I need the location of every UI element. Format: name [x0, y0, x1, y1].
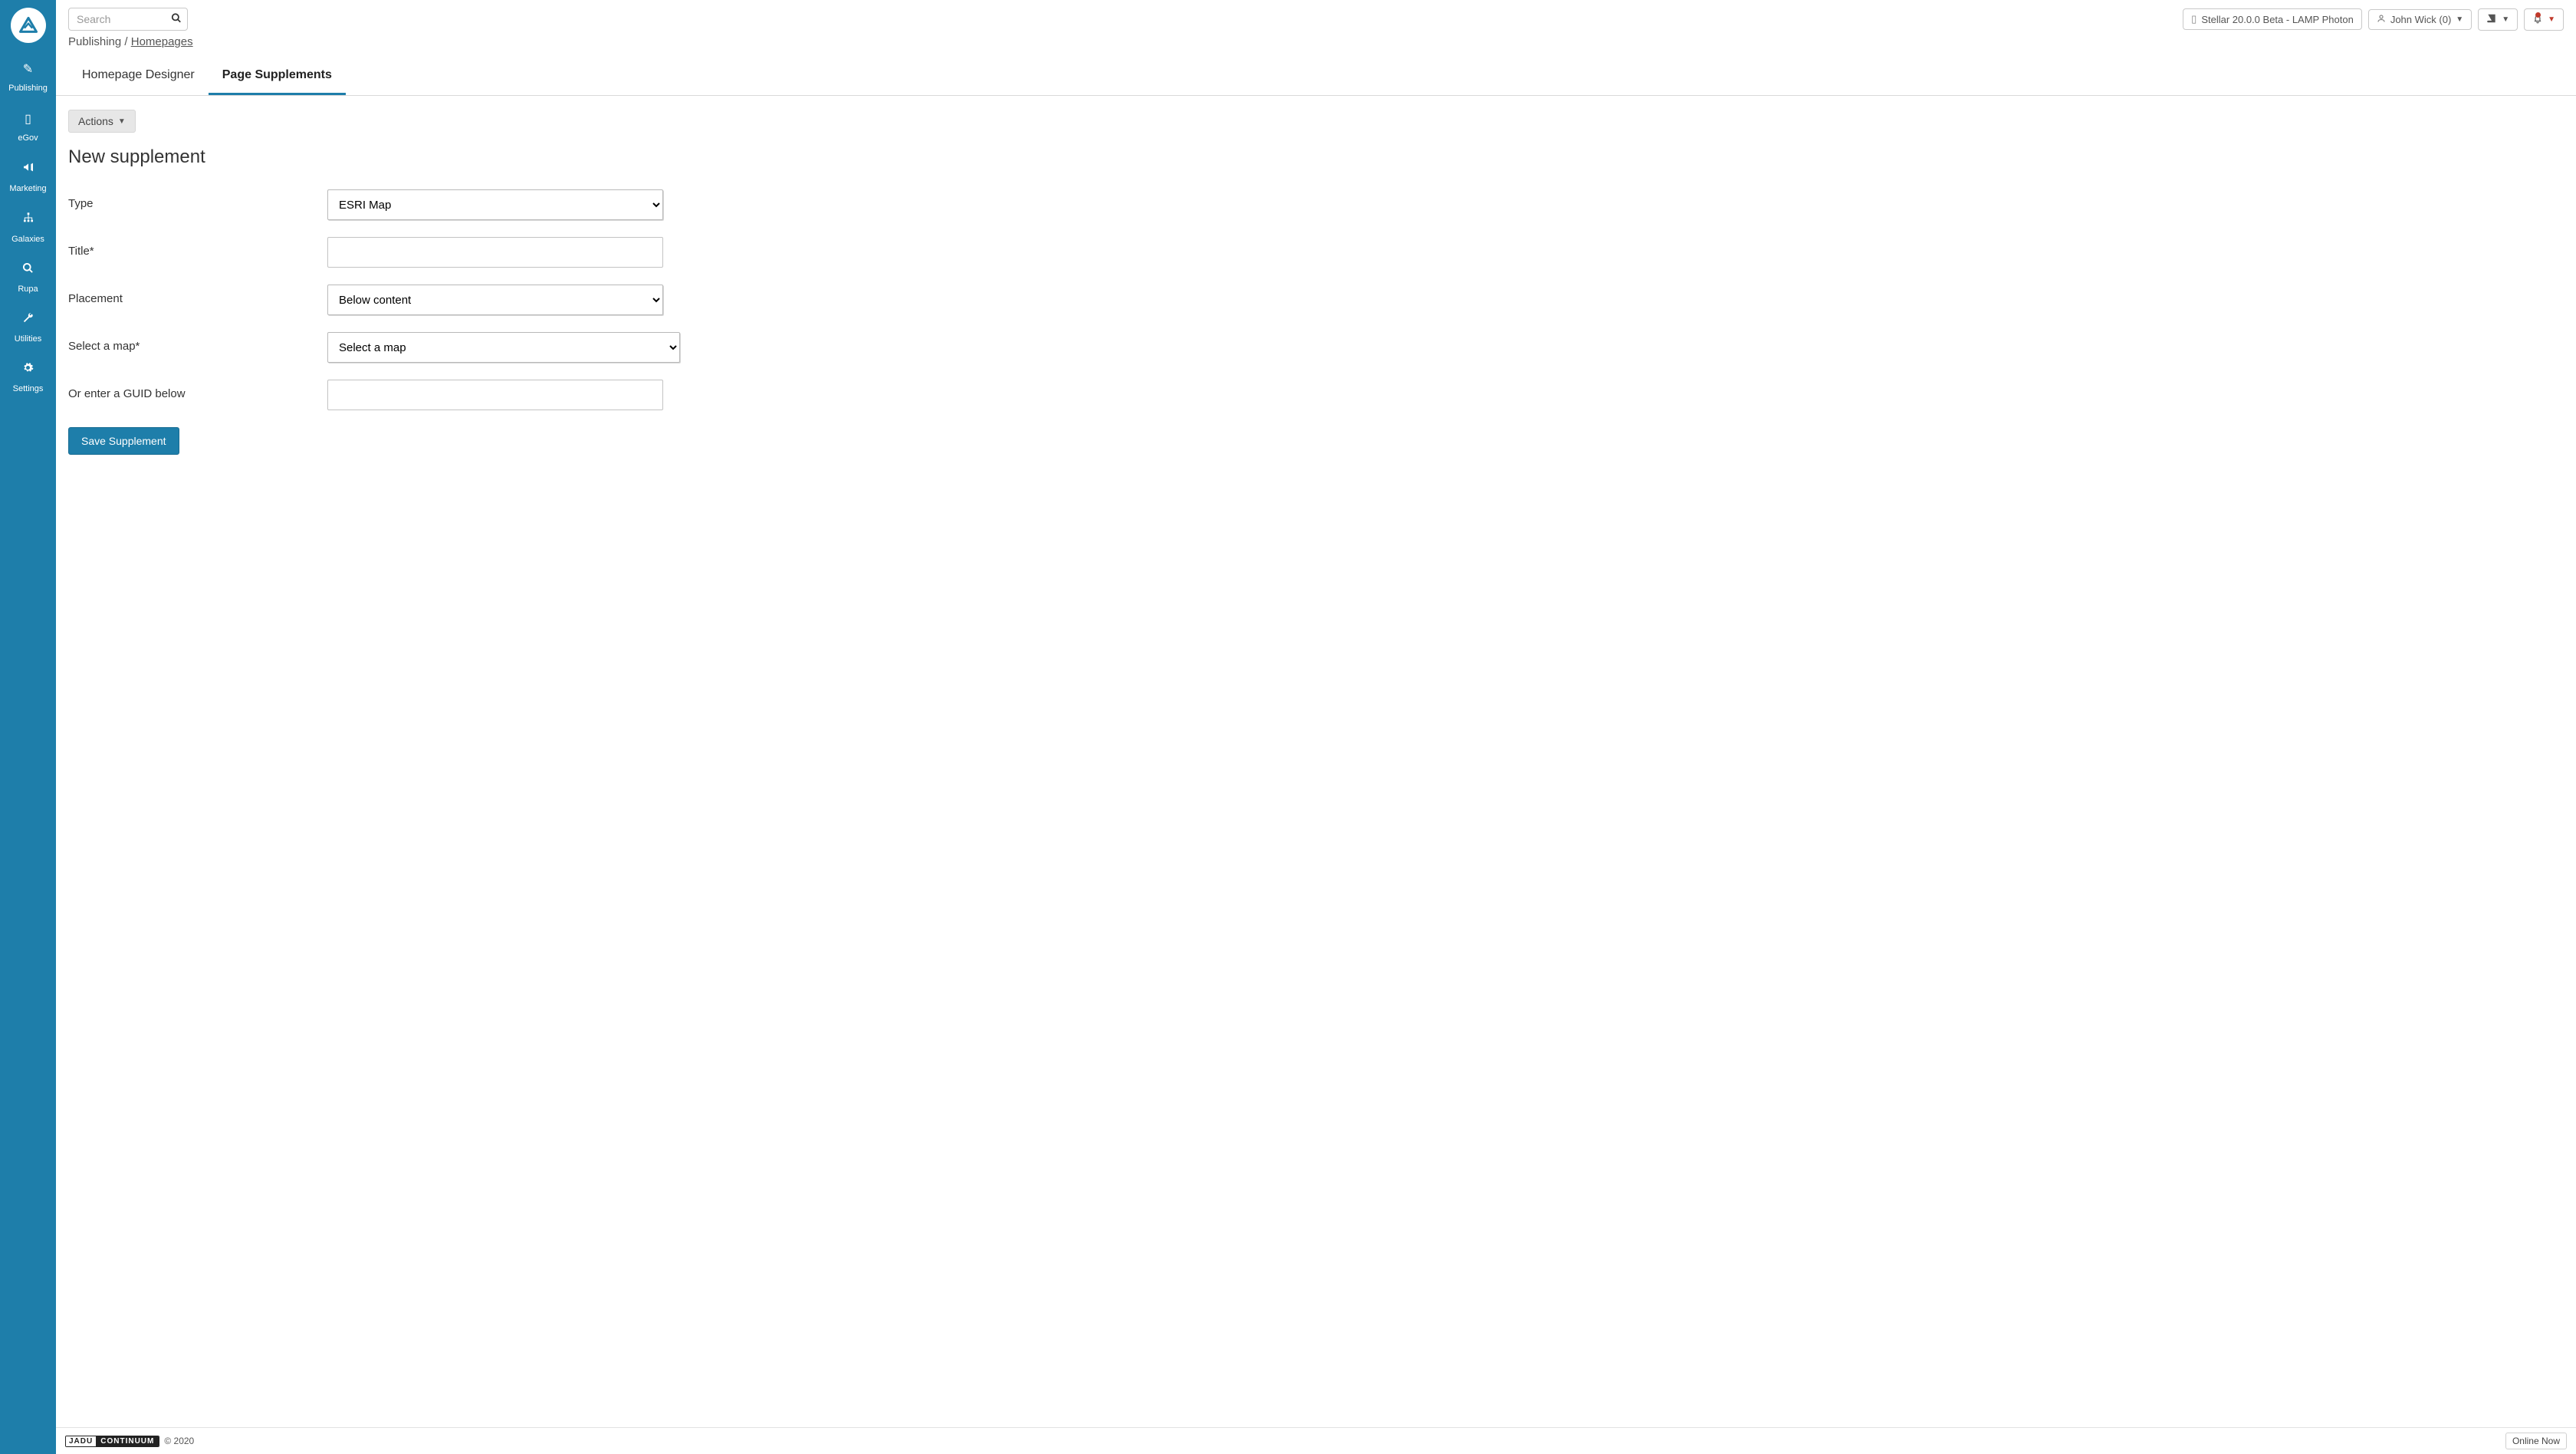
- sidebar-item-label: Utilities: [15, 334, 41, 344]
- chevron-down-icon: ▼: [118, 117, 126, 126]
- sidebar-item-label: Publishing: [8, 84, 48, 93]
- sidebar-item-publishing[interactable]: ✎ Publishing: [0, 54, 56, 104]
- online-now-button[interactable]: Online Now: [2505, 1433, 2567, 1449]
- title-input[interactable]: [327, 237, 663, 268]
- site-label: Stellar 20.0.0 Beta - LAMP Photon: [2201, 14, 2354, 25]
- save-supplement-button[interactable]: Save Supplement: [68, 427, 179, 455]
- wrench-icon: [0, 312, 56, 327]
- device-icon: ▯: [0, 111, 56, 127]
- sidebar-item-galaxies[interactable]: Galaxies: [0, 204, 56, 255]
- form-row-map: Select a map* Select a map: [68, 332, 2564, 363]
- breadcrumb-page-link[interactable]: Homepages: [131, 35, 193, 48]
- brand-logo: JADU CONTINUUM: [65, 1436, 159, 1447]
- search-input[interactable]: [68, 8, 188, 31]
- help-menu[interactable]: ▼: [2478, 8, 2518, 31]
- copyright: © 2020: [164, 1436, 194, 1446]
- site-selector[interactable]: ▯ Stellar 20.0.0 Beta - LAMP Photon: [2183, 8, 2362, 30]
- content: Actions ▼ New supplement Type ESRI Map T…: [56, 96, 2576, 1454]
- main: ▯ Stellar 20.0.0 Beta - LAMP Photon John…: [56, 0, 2576, 1454]
- actions-menu[interactable]: Actions ▼: [68, 110, 136, 133]
- placement-select[interactable]: Below content: [327, 285, 663, 315]
- label-title: Title*: [68, 237, 327, 258]
- top-bar: ▯ Stellar 20.0.0 Beta - LAMP Photon John…: [56, 0, 2576, 31]
- device-icon: ▯: [2191, 13, 2196, 25]
- sitemap-icon: [0, 212, 56, 228]
- sidebar-item-label: Rupa: [18, 285, 38, 294]
- sidebar-item-settings[interactable]: Settings: [0, 354, 56, 404]
- search-icon[interactable]: [171, 13, 182, 26]
- form-row-title: Title*: [68, 237, 2564, 268]
- guid-input[interactable]: [327, 380, 663, 410]
- book-icon: [2486, 13, 2497, 26]
- type-select[interactable]: ESRI Map: [327, 189, 663, 220]
- gear-icon: [0, 362, 56, 377]
- user-menu[interactable]: John Wick (0) ▼: [2368, 9, 2472, 30]
- tab-page-supplements[interactable]: Page Supplements: [209, 58, 346, 95]
- logo-icon: [17, 14, 40, 37]
- chevron-down-icon: ▼: [2456, 15, 2463, 24]
- breadcrumb-section: Publishing: [68, 35, 121, 48]
- tabs: Homepage Designer Page Supplements: [56, 58, 2576, 96]
- label-guid: Or enter a GUID below: [68, 380, 327, 400]
- sidebar-item-rupa[interactable]: Rupa: [0, 255, 56, 304]
- label-map: Select a map*: [68, 332, 327, 353]
- user-label: John Wick (0): [2390, 14, 2451, 25]
- footer: JADU CONTINUUM © 2020 Online Now: [56, 1427, 2576, 1454]
- map-select[interactable]: Select a map: [327, 332, 680, 363]
- notifications-button[interactable]: ▼: [2524, 8, 2564, 31]
- sidebar-item-label: eGov: [18, 133, 38, 143]
- search-icon: [0, 262, 56, 278]
- user-icon: [2377, 14, 2386, 25]
- label-placement: Placement: [68, 285, 327, 305]
- form-row-type: Type ESRI Map: [68, 189, 2564, 220]
- label-type: Type: [68, 189, 327, 210]
- brand-right: CONTINUUM: [96, 1436, 159, 1446]
- breadcrumb-sep: /: [124, 35, 127, 48]
- tab-homepage-designer[interactable]: Homepage Designer: [68, 58, 209, 95]
- chevron-down-icon: ▼: [2548, 15, 2555, 24]
- form-row-guid: Or enter a GUID below: [68, 380, 2564, 410]
- chevron-down-icon: ▼: [2502, 15, 2509, 24]
- footer-brand: JADU CONTINUUM © 2020: [65, 1436, 194, 1447]
- sidebar-item-label: Settings: [13, 384, 44, 393]
- actions-label: Actions: [78, 115, 113, 127]
- breadcrumb: Publishing / Homepages: [56, 31, 2576, 58]
- sidebar-item-label: Galaxies: [12, 235, 44, 244]
- sidebar-item-egov[interactable]: ▯ eGov: [0, 104, 56, 153]
- pencil-icon: ✎: [0, 61, 56, 77]
- bullhorn-icon: [0, 161, 56, 177]
- sidebar-item-label: Marketing: [9, 184, 46, 193]
- page-title: New supplement: [68, 146, 2564, 168]
- logo[interactable]: [11, 8, 46, 43]
- form-row-placement: Placement Below content: [68, 285, 2564, 315]
- brand-left: JADU: [66, 1436, 96, 1446]
- sidebar-item-marketing[interactable]: Marketing: [0, 153, 56, 204]
- sidebar: ✎ Publishing ▯ eGov Marketing Galaxies R…: [0, 0, 56, 1454]
- notification-dot-icon: [2535, 12, 2541, 18]
- sidebar-item-utilities[interactable]: Utilities: [0, 304, 56, 354]
- search-wrap: [68, 8, 188, 31]
